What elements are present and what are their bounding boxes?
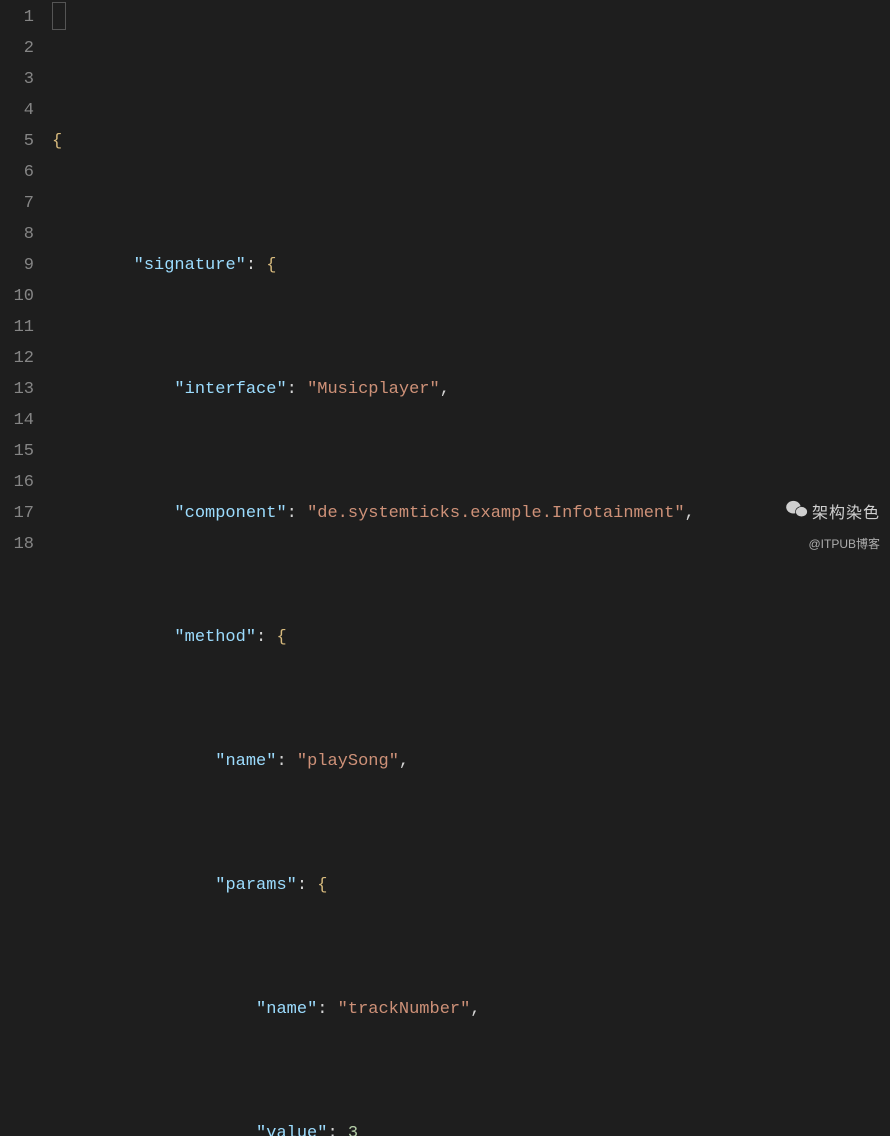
line-number: 2 — [12, 33, 34, 64]
watermark-subtitle: @ITPUB博客 — [786, 529, 880, 560]
json-string: Musicplayer — [317, 380, 429, 399]
line-number: 8 — [12, 219, 34, 250]
brace-open: { — [276, 628, 286, 647]
line-number: 16 — [12, 467, 34, 498]
line-number-gutter: 1 2 3 4 5 6 7 8 9 10 11 12 13 14 15 16 1… — [0, 0, 52, 568]
brace-open: { — [266, 256, 276, 275]
line-number: 3 — [12, 64, 34, 95]
json-string: playSong — [307, 752, 389, 771]
line-number: 17 — [12, 498, 34, 529]
code-line[interactable]: "method": { — [52, 622, 890, 653]
brace-open: { — [52, 132, 62, 151]
json-number: 3 — [348, 1124, 358, 1136]
code-line[interactable]: "value": 3 — [52, 1118, 890, 1136]
code-editor[interactable]: 1 2 3 4 5 6 7 8 9 10 11 12 13 14 15 16 1… — [0, 0, 890, 568]
line-number: 9 — [12, 250, 34, 281]
json-string: trackNumber — [348, 1000, 460, 1019]
watermark: 架构染色 @ITPUB博客 — [786, 498, 880, 560]
brace-open: { — [317, 876, 327, 895]
code-line[interactable]: "signature": { — [52, 250, 890, 281]
code-line[interactable]: "component": "de.systemticks.example.Inf… — [52, 498, 890, 529]
json-key: component — [185, 504, 277, 523]
bracket-match-highlight — [52, 2, 66, 30]
line-number: 10 — [12, 281, 34, 312]
line-number: 5 — [12, 126, 34, 157]
code-line[interactable]: "interface": "Musicplayer", — [52, 374, 890, 405]
json-key: params — [225, 876, 286, 895]
code-line[interactable]: "params": { — [52, 870, 890, 901]
line-number: 15 — [12, 436, 34, 467]
line-number: 11 — [12, 312, 34, 343]
code-line[interactable]: "name": "playSong", — [52, 746, 890, 777]
code-line[interactable]: { — [52, 126, 890, 157]
watermark-title: 架构染色 — [812, 505, 880, 522]
json-key: value — [266, 1124, 317, 1136]
json-key: signature — [144, 256, 236, 275]
json-string: de.systemticks.example.Infotainment — [317, 504, 674, 523]
wechat-icon — [786, 498, 808, 529]
code-line[interactable]: "name": "trackNumber", — [52, 994, 890, 1025]
line-number: 6 — [12, 157, 34, 188]
code-area[interactable]: { "signature": { "interface": "Musicplay… — [52, 0, 890, 568]
line-number: 12 — [12, 343, 34, 374]
line-number: 1 — [12, 2, 34, 33]
json-key: name — [225, 752, 266, 771]
json-key: name — [266, 1000, 307, 1019]
line-number: 4 — [12, 95, 34, 126]
line-number: 7 — [12, 188, 34, 219]
line-number: 18 — [12, 529, 34, 560]
line-number: 13 — [12, 374, 34, 405]
json-key: method — [185, 628, 246, 647]
line-number: 14 — [12, 405, 34, 436]
json-key: interface — [185, 380, 277, 399]
